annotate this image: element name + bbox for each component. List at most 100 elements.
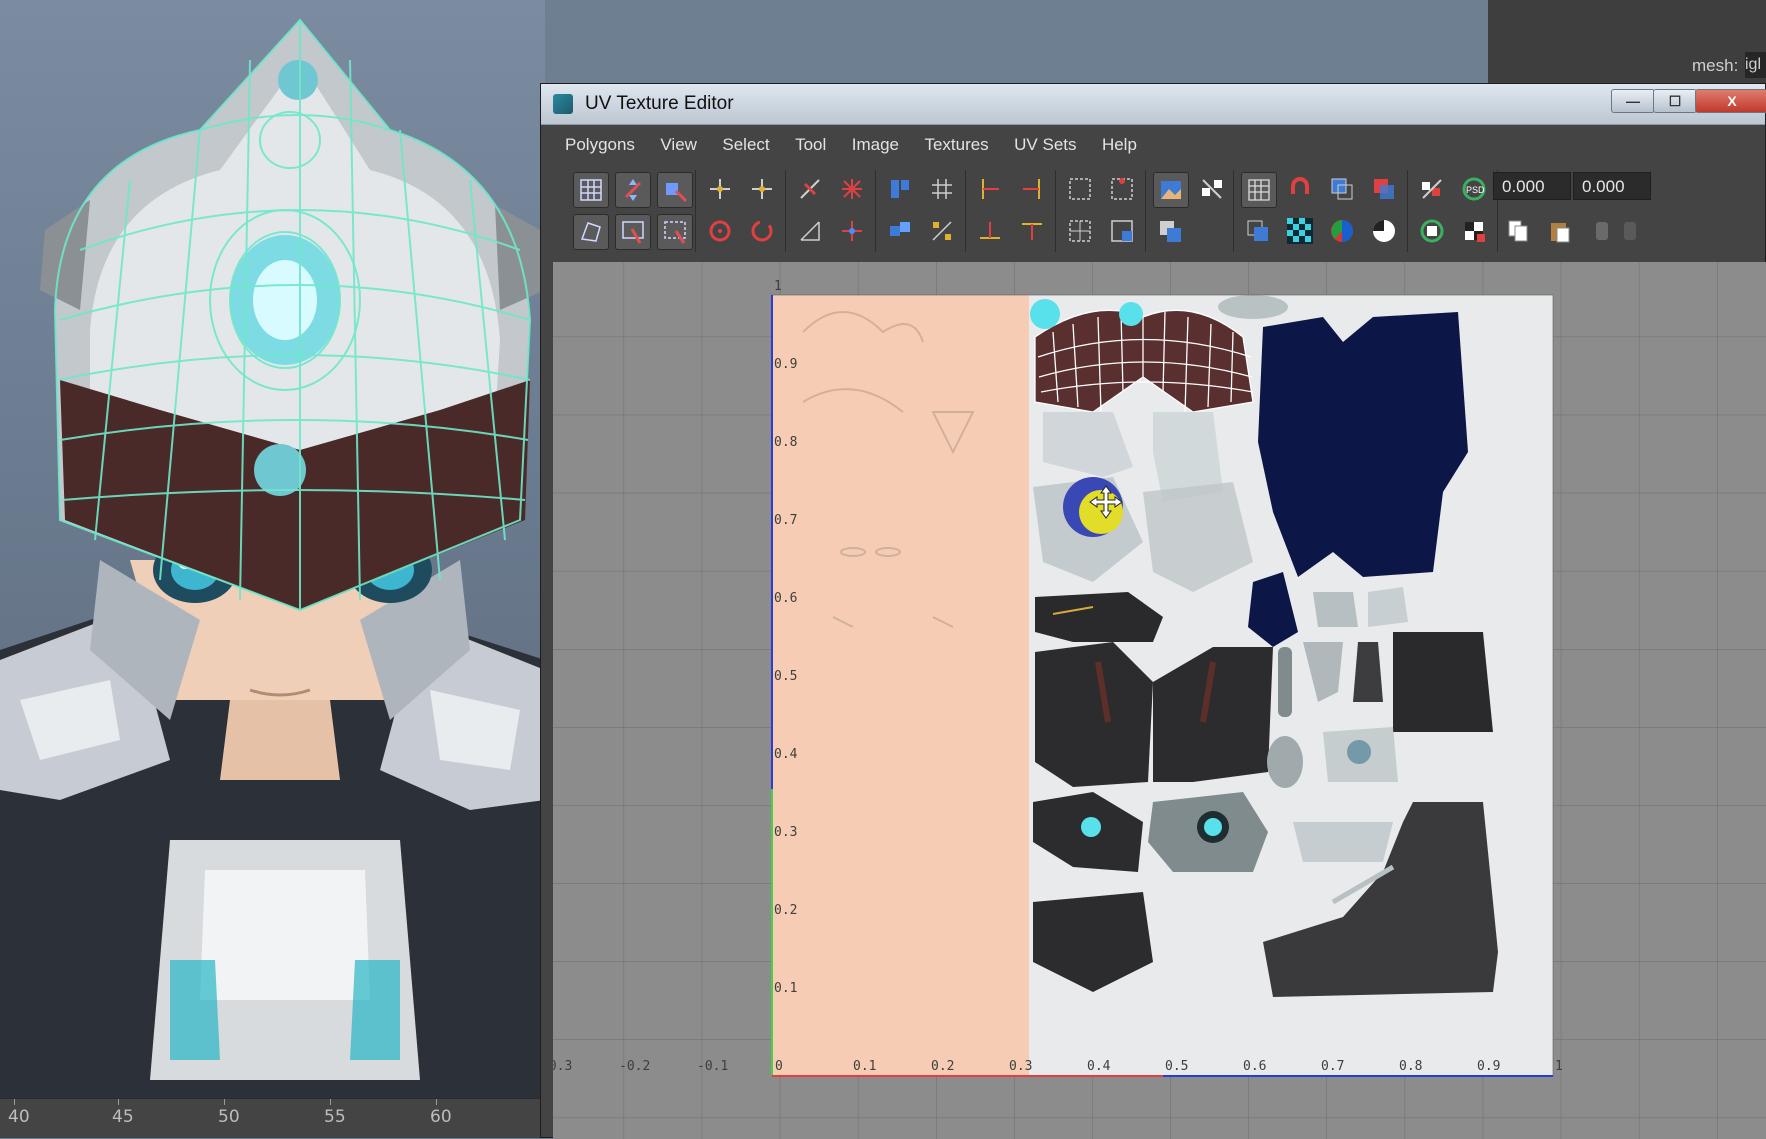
v-axis-label: 0.1: [774, 981, 797, 996]
grid-uvs-icon[interactable]: [925, 172, 959, 206]
unfold-uvs-icon[interactable]: [883, 214, 917, 248]
v-axis-label: 0.3: [774, 825, 797, 840]
uv-distortion-icon[interactable]: [1367, 172, 1401, 206]
u-axis-label: 1: [1555, 1059, 1563, 1074]
select-shortest-edge-icon[interactable]: [615, 214, 651, 250]
cut-uv-edges-icon[interactable]: [793, 172, 827, 206]
relax-uvs-icon[interactable]: [925, 214, 959, 248]
pin-uvs-icon[interactable]: [1063, 214, 1097, 248]
maya-app-icon: [553, 94, 573, 114]
rotate-uvs-cw-icon[interactable]: [745, 214, 779, 248]
character-model: [0, 18, 545, 1098]
v-axis-label: 0.4: [774, 747, 798, 762]
toolbar-separator: [965, 170, 966, 252]
toolbar-separator: [875, 170, 876, 252]
mesh-name-field[interactable]: igl: [1745, 52, 1766, 78]
snapshot-icon[interactable]: [1063, 172, 1097, 206]
paste-uvs-icon[interactable]: [1543, 214, 1577, 248]
tick-mark: [330, 1099, 331, 1105]
split-uvs-icon[interactable]: [835, 172, 869, 206]
u-axis-label: 0.1: [853, 1059, 876, 1074]
pixel-snap-icon[interactable]: [1283, 172, 1317, 206]
align-uvs-min-v-icon[interactable]: [973, 214, 1007, 248]
copy-uvs-icon[interactable]: [1501, 214, 1535, 248]
tick-mark: [436, 1099, 437, 1105]
layout-uvs-icon[interactable]: [883, 172, 917, 206]
display-image-icon[interactable]: [1153, 172, 1189, 208]
uv-texture-editor-baking-icon[interactable]: [1457, 214, 1491, 248]
minimize-button[interactable]: —: [1611, 89, 1655, 113]
image-range-icon[interactable]: [1415, 172, 1449, 206]
rgb-channels-icon[interactable]: [1325, 214, 1359, 248]
uv-smudge-tool-icon[interactable]: [573, 214, 609, 250]
move-and-sew-icon[interactable]: [835, 214, 869, 248]
checker-tiles-icon[interactable]: [1283, 214, 1317, 248]
image-ratio-icon[interactable]: [1153, 214, 1187, 248]
align-uvs-max-v-icon[interactable]: [1015, 214, 1049, 248]
mesh-label: mesh:: [1692, 56, 1739, 75]
move-uv-shell-icon[interactable]: [615, 172, 651, 208]
menu-select[interactable]: Select: [722, 129, 769, 161]
timeline-tick-label: 60: [430, 1107, 452, 1127]
uv-lattice-tool-icon[interactable]: [573, 172, 609, 208]
flip-u-icon[interactable]: [703, 172, 737, 206]
menu-image[interactable]: Image: [852, 129, 899, 161]
toolbar-separator: [785, 170, 786, 252]
timeline-tick-label: 40: [8, 1107, 30, 1127]
u-axis-label: 0.6: [1243, 1059, 1266, 1074]
v-coordinate-field[interactable]: 0.000: [1573, 172, 1651, 200]
rotate-uvs-ccw-icon[interactable]: [703, 214, 737, 248]
u-axis-label: 0.5: [1165, 1059, 1188, 1074]
v-axis-label: 0.5: [774, 669, 797, 684]
u-axis-label: 0.3: [1009, 1059, 1032, 1074]
tick-mark: [14, 1099, 15, 1105]
unpin-uvs-icon[interactable]: [1105, 214, 1139, 248]
tick-mark: [224, 1099, 225, 1105]
uv-texture-canvas[interactable]: 1 0.9 0.8 0.7 0.6 0.5 0.4 0.3 0.2 0.1 -0…: [553, 262, 1766, 1139]
uv-toolbar: PSD 0.000 0.000: [553, 166, 1765, 258]
close-button[interactable]: X: [1695, 89, 1766, 113]
psd-network-icon[interactable]: PSD: [1457, 172, 1491, 206]
menu-polygons[interactable]: Polygons: [565, 129, 635, 161]
u-axis-label: -0.1: [697, 1059, 728, 1074]
toolbar-separator: [695, 170, 696, 252]
v-axis-label: 0.2: [774, 903, 797, 918]
menu-textures[interactable]: Textures: [924, 129, 988, 161]
straighten-uvs-icon[interactable]: [1105, 172, 1139, 206]
maximize-button[interactable]: ☐: [1653, 89, 1697, 113]
toolbar-separator: [1055, 170, 1056, 252]
menu-help[interactable]: Help: [1102, 129, 1137, 161]
paste-v-icon[interactable]: [1613, 214, 1647, 248]
flip-v-icon[interactable]: [745, 172, 779, 206]
timeline-tick-label: 45: [112, 1107, 134, 1127]
toggle-grid-icon[interactable]: [1241, 172, 1277, 208]
3d-viewport[interactable]: 40 45 50 55 60: [0, 0, 545, 1138]
sew-uv-edges-icon[interactable]: [793, 214, 827, 248]
v-axis-label: 0.8: [774, 435, 797, 450]
v-axis-label: 0.6: [774, 591, 797, 606]
alpha-channel-icon[interactable]: [1367, 214, 1401, 248]
menu-bar: Polygons View Select Tool Image Textures…: [553, 129, 1765, 161]
tweak-uv-icon[interactable]: [657, 172, 693, 208]
u-coordinate-field[interactable]: 0.000: [1493, 172, 1571, 200]
uv-grid-area[interactable]: 1 0.9 0.8 0.7 0.6 0.5 0.4 0.3 0.2 0.1 -0…: [553, 262, 1766, 1139]
toggle-shaded-uv-icon[interactable]: [1195, 172, 1229, 206]
u-axis-label: 0: [775, 1059, 783, 1074]
u-axis-label: 0.8: [1399, 1059, 1422, 1074]
menu-view[interactable]: View: [660, 129, 697, 161]
time-slider[interactable]: 40 45 50 55 60: [0, 1098, 545, 1138]
update-psd-icon[interactable]: [1415, 214, 1449, 248]
menu-tool[interactable]: Tool: [795, 129, 826, 161]
select-uv-region-icon[interactable]: [657, 214, 693, 250]
v-axis-label: 0.7: [774, 513, 797, 528]
align-uvs-min-u-icon[interactable]: [973, 172, 1007, 206]
timeline-tick-label: 50: [218, 1107, 240, 1127]
toolbar-separator: [1407, 170, 1408, 252]
align-uvs-max-u-icon[interactable]: [1015, 172, 1049, 206]
isolate-select-icon[interactable]: [1241, 214, 1275, 248]
menu-uv-sets[interactable]: UV Sets: [1014, 129, 1076, 161]
shade-uv-shells-icon[interactable]: [1325, 172, 1359, 206]
u-axis-label: 0.4: [1087, 1059, 1111, 1074]
title-bar[interactable]: UV Texture Editor — ☐ X: [541, 84, 1766, 125]
u-axis-label: 0.2: [931, 1059, 954, 1074]
